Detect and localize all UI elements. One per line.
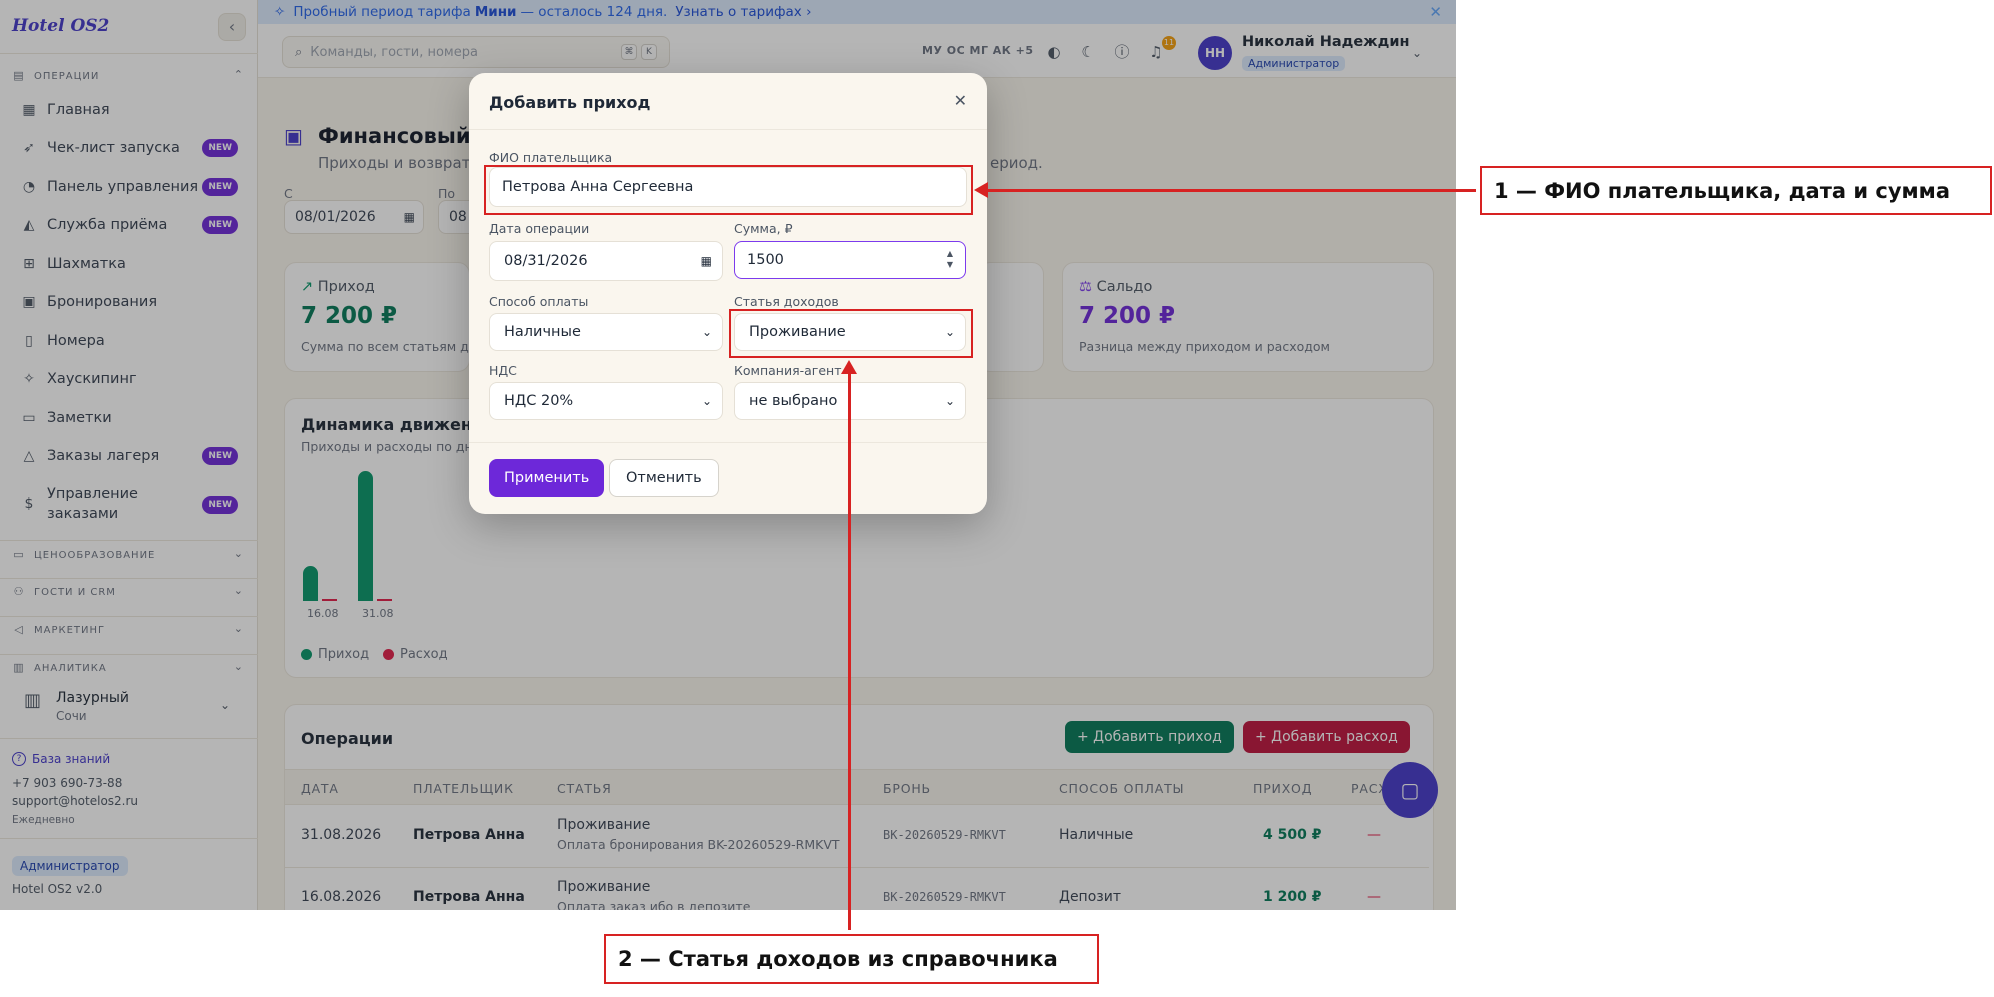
callout-label-1: 1 — ФИО плательщика, дата и сумма xyxy=(1480,166,1992,215)
cancel-button[interactable]: Отменить xyxy=(609,459,719,497)
agent-label: Компания-агент xyxy=(734,363,842,378)
apply-button[interactable]: Применить xyxy=(489,459,605,497)
divider xyxy=(469,442,987,443)
highlight-article-select xyxy=(729,309,973,358)
close-icon[interactable]: ✕ xyxy=(954,91,967,110)
vat-value: НДС 20% xyxy=(504,393,574,409)
chevron-down-icon: ⌄ xyxy=(701,325,712,339)
callout-line-1 xyxy=(980,189,1476,192)
calendar-icon[interactable]: ▦ xyxy=(701,242,712,280)
sum-value: 1500 xyxy=(747,252,784,268)
method-select[interactable]: Наличные ⌄ xyxy=(489,313,723,351)
method-value: Наличные xyxy=(504,324,581,340)
highlight-payer-field xyxy=(484,165,973,215)
callout-line-2 xyxy=(848,372,851,930)
callout-label-2: 2 — Статья доходов из справочника xyxy=(604,934,1099,984)
stepper-icon[interactable]: ▲ ▼ xyxy=(947,248,953,270)
date-value: 08/31/2026 xyxy=(504,253,588,269)
modal-title: Добавить приход xyxy=(489,93,651,112)
payer-label: ФИО плательщика xyxy=(489,150,613,165)
date-label: Дата операции xyxy=(489,221,590,236)
arrow-up-icon xyxy=(841,360,857,374)
date-field[interactable]: 08/31/2026 ▦ xyxy=(489,241,723,281)
divider xyxy=(469,129,987,130)
app-window: Hotel OS2 ‹ ▤ ОПЕРАЦИИ ⌃ ▦ Главная ➶ Чек… xyxy=(0,0,1456,910)
sum-label: Сумма, ₽ xyxy=(734,221,793,236)
article-label: Статья доходов xyxy=(734,294,839,309)
add-income-modal: Добавить приход ✕ ФИО плательщика Петров… xyxy=(469,73,987,514)
agent-value: не выбрано xyxy=(749,393,838,409)
vat-label: НДС xyxy=(489,363,517,378)
chevron-down-icon: ⌄ xyxy=(944,394,955,408)
chevron-down-icon: ⌄ xyxy=(701,394,712,408)
arrow-left-icon xyxy=(974,182,988,198)
vat-select[interactable]: НДС 20% ⌄ xyxy=(489,382,723,420)
sum-field[interactable]: 1500 ▲ ▼ xyxy=(734,241,966,279)
method-label: Способ оплаты xyxy=(489,294,589,309)
